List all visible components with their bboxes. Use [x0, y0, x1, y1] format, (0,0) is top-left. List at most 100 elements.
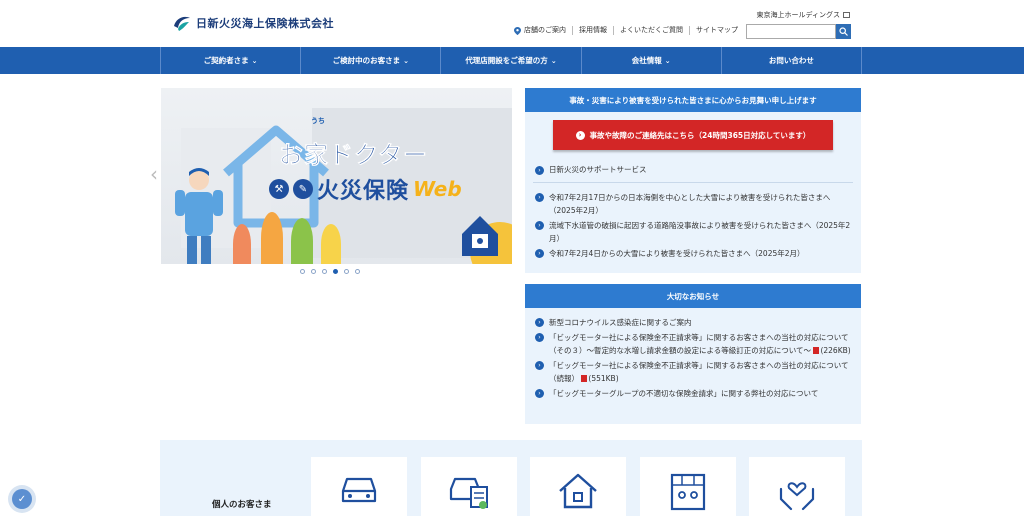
notice-link-text: 「ビッグモーター社による保険金不正請求等」に関するお客さまへの当社の対応について…	[549, 333, 849, 355]
search-button[interactable]	[836, 24, 851, 39]
disaster-link-text: 流域下水道管の破損に起因する道路陥没事故により被害を受けられた皆さまへ（2025…	[549, 221, 851, 243]
hero-title-web: Web	[413, 177, 462, 201]
gnav-contractors[interactable]: ご契約者さま ⌄	[160, 47, 300, 74]
chevron-down-icon: ⌄	[550, 56, 557, 65]
pdf-icon	[813, 347, 820, 354]
util-nav-faq[interactable]: よくいただくご質問	[613, 26, 689, 35]
gnav-label: お問い合わせ	[768, 56, 814, 65]
family-illustration	[321, 224, 341, 264]
notice-link[interactable]: › 「ビッグモーター社による保険金不正請求等」に関するお客さまへの当社の対応につい…	[535, 359, 851, 385]
product-card-personal[interactable]	[749, 457, 845, 516]
map-pin-icon	[514, 26, 521, 35]
notice-link-text: 「ビッグモーターグループの不適切な保険金請求」に関する弊社の対応について	[549, 389, 819, 398]
disaster-link[interactable]: › 令和7年2月17日からの日本海側を中心とした大雪により被害を受けられた皆さまへ…	[535, 191, 851, 217]
disaster-link-text: 令和7年2月4日からの大雪により被害を受けられた皆さまへ（2025年2月）	[549, 249, 805, 258]
slider-dot[interactable]	[322, 269, 327, 274]
notice-link[interactable]: › 新型コロナウイルス感染症に関するご案内	[535, 316, 851, 329]
slider-dot[interactable]	[300, 269, 305, 274]
arrow-right-icon: ›	[535, 318, 544, 327]
hands-heart-icon	[779, 482, 815, 511]
support-service-link[interactable]: › 日新火災のサポートサービス	[535, 164, 647, 175]
chevron-down-icon: ⌄	[251, 56, 258, 65]
hero-banner[interactable]: うち お家ドクター ⚒ ✎ 火災保険 Web	[161, 88, 512, 264]
accident-panel-heading: 事故・災害により被害を受けられた皆さまに心からお見舞い申し上げます	[525, 88, 861, 112]
holdings-link-label: 東京海上ホールディングス	[756, 11, 840, 19]
util-nav-sitemap[interactable]: サイトマップ	[689, 26, 744, 35]
gnav-agency[interactable]: 代理店開設をご希望の方 ⌄	[440, 47, 580, 74]
arrow-right-icon: ›	[535, 333, 544, 342]
search-input[interactable]	[746, 24, 836, 39]
personal-customers-section: 個人のお客さま	[160, 440, 862, 516]
gnav-prospects[interactable]: ご検討中のお客さま ⌄	[300, 47, 440, 74]
notice-panel: 大切なお知らせ › 新型コロナウイルス感染症に関するご案内 › 「ビッグモーター社に…	[525, 284, 861, 424]
chevron-down-icon: ⌄	[403, 56, 409, 65]
slider-prev-button[interactable]: ‹	[150, 162, 158, 186]
util-nav-stores[interactable]: 店舗のご案内	[514, 26, 572, 35]
hero-ruby: うち	[311, 117, 325, 125]
util-nav-recruit[interactable]: 採用情報	[572, 26, 613, 35]
slider-dot[interactable]	[344, 269, 349, 274]
car-document-icon	[449, 477, 488, 509]
accident-contact-label: 事故や故障のご連絡先はこちら（24時間365日対応しています）	[589, 130, 811, 140]
disaster-link[interactable]: › 流域下水道管の破損に起因する道路陥没事故により被害を受けられた皆さまへ（202…	[535, 219, 851, 245]
global-nav: ご契約者さま ⌄ ご検討中のお客さま ⌄ 代理店開設をご希望の方 ⌄ 会社情報 ⌄ お問…	[0, 47, 1024, 74]
gnav-contact[interactable]: お問い合わせ	[720, 47, 863, 74]
notice-link-text: 新型コロナウイルス感染症に関するご案内	[549, 318, 692, 327]
slider-dot-active[interactable]	[333, 269, 338, 274]
site-header: 日新火災海上保険株式会社 東京海上ホールディングス 店舗のご案内 採用情報 よく…	[0, 0, 1024, 47]
support-service-label: 日新火災のサポートサービス	[549, 165, 647, 174]
product-card-auto-claim[interactable]	[421, 457, 517, 516]
hero-title-line2: ⚒ ✎ 火災保険 Web	[269, 173, 462, 205]
gnav-label: 代理店開設をご希望の方	[465, 56, 548, 65]
arrow-right-icon: ›	[575, 130, 585, 140]
site-search	[746, 24, 851, 39]
pdf-size: (226KB)	[820, 346, 851, 355]
logo-mark-icon	[174, 16, 190, 31]
company-logo[interactable]: 日新火災海上保険株式会社	[170, 12, 334, 34]
building-people-icon	[670, 473, 706, 511]
section-title: 個人のお客さま	[212, 500, 272, 510]
arrow-right-icon: ›	[535, 193, 544, 202]
gnav-company[interactable]: 会社情報 ⌄	[580, 47, 721, 74]
family-illustration	[233, 224, 251, 264]
product-card-auto[interactable]	[311, 457, 407, 516]
disaster-link[interactable]: › 令和7年2月4日からの大雪により被害を受けられた皆さまへ（2025年2月）	[535, 247, 851, 260]
notice-links: › 新型コロナウイルス感染症に関するご案内 › 「ビッグモーター社による保険金不正請…	[535, 316, 851, 402]
house-icon	[559, 473, 597, 509]
family-illustration	[261, 212, 283, 264]
checkmark-shield-icon: ✓	[12, 489, 32, 509]
disaster-links: › 令和7年2月17日からの日本海側を中心とした大雪により被害を受けられた皆さまへ…	[535, 191, 851, 262]
hero-title-fire-insurance: 火災保険	[317, 179, 410, 204]
family-illustration	[291, 218, 313, 264]
house-mascot-icon	[462, 216, 498, 256]
notice-panel-heading: 大切なお知らせ	[525, 284, 861, 308]
arrow-right-icon: ›	[535, 166, 544, 175]
pdf-size: (551KB)	[588, 374, 619, 383]
gnav-label: 会社情報	[631, 56, 662, 65]
product-card-condo[interactable]	[640, 457, 736, 516]
wrench-icon: ⚒	[269, 179, 289, 199]
notice-link[interactable]: › 「ビッグモーター社による保険金不正請求等」に関するお客さまへの当社の対応につい…	[535, 331, 851, 357]
slider-dot[interactable]	[311, 269, 316, 274]
company-name: 日新火災海上保険株式会社	[196, 17, 334, 30]
slider-dot[interactable]	[355, 269, 360, 274]
car-icon	[341, 477, 377, 503]
accident-contact-button[interactable]: › 事故や故障のご連絡先はこちら（24時間365日対応しています）	[553, 120, 833, 150]
pdf-icon	[581, 375, 588, 382]
external-link-icon	[843, 12, 850, 18]
accident-panel: 事故・災害により被害を受けられた皆さまに心からお見舞い申し上げます › 事故や故…	[525, 88, 861, 273]
slider-dots	[300, 269, 360, 274]
hero-title-line1: お家ドクター	[279, 141, 429, 170]
utility-nav: 店舗のご案内 採用情報 よくいただくご質問 サイトマップ	[514, 26, 744, 35]
security-badge[interactable]: ✓	[8, 485, 36, 513]
arrow-right-icon: ›	[535, 249, 544, 258]
holdings-link[interactable]: 東京海上ホールディングス	[756, 10, 850, 20]
arrow-right-icon: ›	[535, 389, 544, 398]
notice-link[interactable]: › 「ビッグモーターグループの不適切な保険金請求」に関する弊社の対応について	[535, 387, 851, 400]
chevron-down-icon: ⌄	[664, 56, 671, 65]
divider	[533, 182, 853, 183]
gnav-label: ご検討中のお客さま	[332, 56, 401, 65]
search-icon	[839, 27, 848, 36]
product-card-fire[interactable]	[530, 457, 626, 516]
chevron-left-icon: ‹	[150, 162, 158, 186]
